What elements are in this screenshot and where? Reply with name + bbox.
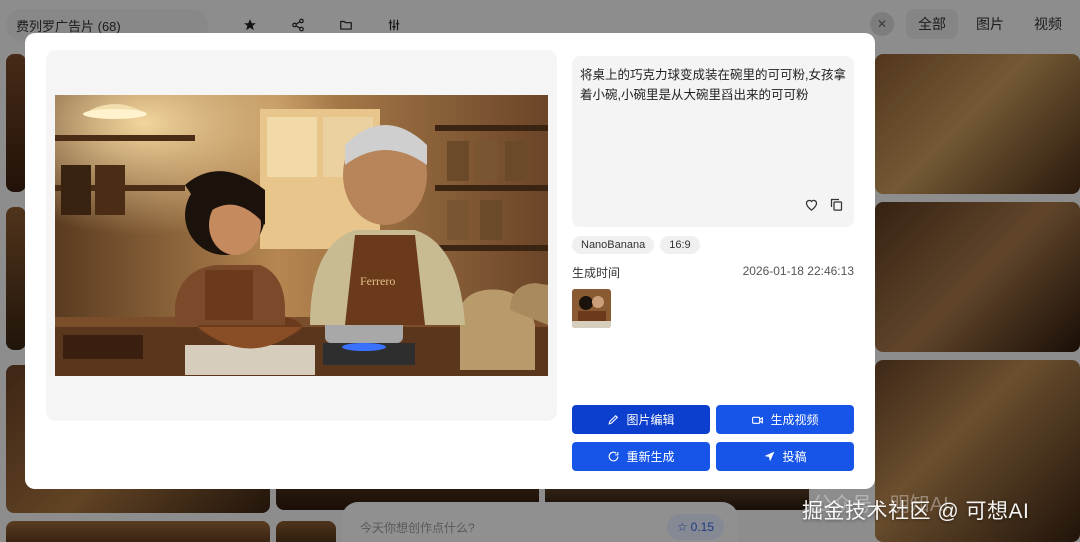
regenerate-label: 重新生成	[626, 450, 675, 464]
model-tag: NanoBanana	[572, 236, 655, 254]
pencil-icon	[607, 413, 620, 426]
generate-video-button[interactable]: 生成视频	[716, 405, 854, 434]
heart-icon[interactable]	[804, 197, 819, 217]
generate-video-label: 生成视频	[770, 413, 819, 427]
ratio-tag: 16:9	[660, 236, 700, 254]
svg-text:Ferrero: Ferrero	[360, 274, 395, 288]
refresh-icon	[607, 450, 620, 463]
prompt-text: 将桌上的巧克力球变成装在碗里的可可粉,女孩拿着小碗,小碗里是从大碗里舀出来的可可…	[580, 68, 846, 102]
image-detail-modal: Ferrero 将桌上的巧克力球变成装在碗里的可可粉,女孩拿着小碗,小碗里是从大…	[25, 33, 875, 489]
submit-label: 投稿	[782, 450, 807, 464]
tag-list: NanoBanana 16:9	[572, 236, 700, 254]
prompt-card: 将桌上的巧克力球变成装在碗里的可可粉,女孩拿着小碗,小碗里是从大碗里舀出来的可可…	[572, 56, 854, 227]
generation-time-label: 生成时间	[572, 266, 621, 280]
copy-icon[interactable]	[829, 197, 844, 217]
image-preview-panel: Ferrero	[46, 50, 557, 421]
send-icon	[763, 450, 776, 463]
generated-image[interactable]: Ferrero	[55, 95, 548, 376]
submit-button[interactable]: 投稿	[716, 442, 854, 471]
regenerate-button[interactable]: 重新生成	[572, 442, 710, 471]
generation-time-value: 2026-01-18 22:46:13	[742, 264, 854, 278]
generation-time-row: 生成时间 2026-01-18 22:46:13	[572, 264, 854, 281]
reference-thumbnail[interactable]	[572, 289, 611, 328]
edit-image-button[interactable]: 图片编辑	[572, 405, 710, 434]
edit-image-label: 图片编辑	[626, 413, 675, 427]
watermark: 掘金技术社区 @ 可想AI	[802, 500, 1030, 523]
video-icon	[751, 413, 764, 426]
prompt-actions	[804, 197, 844, 217]
